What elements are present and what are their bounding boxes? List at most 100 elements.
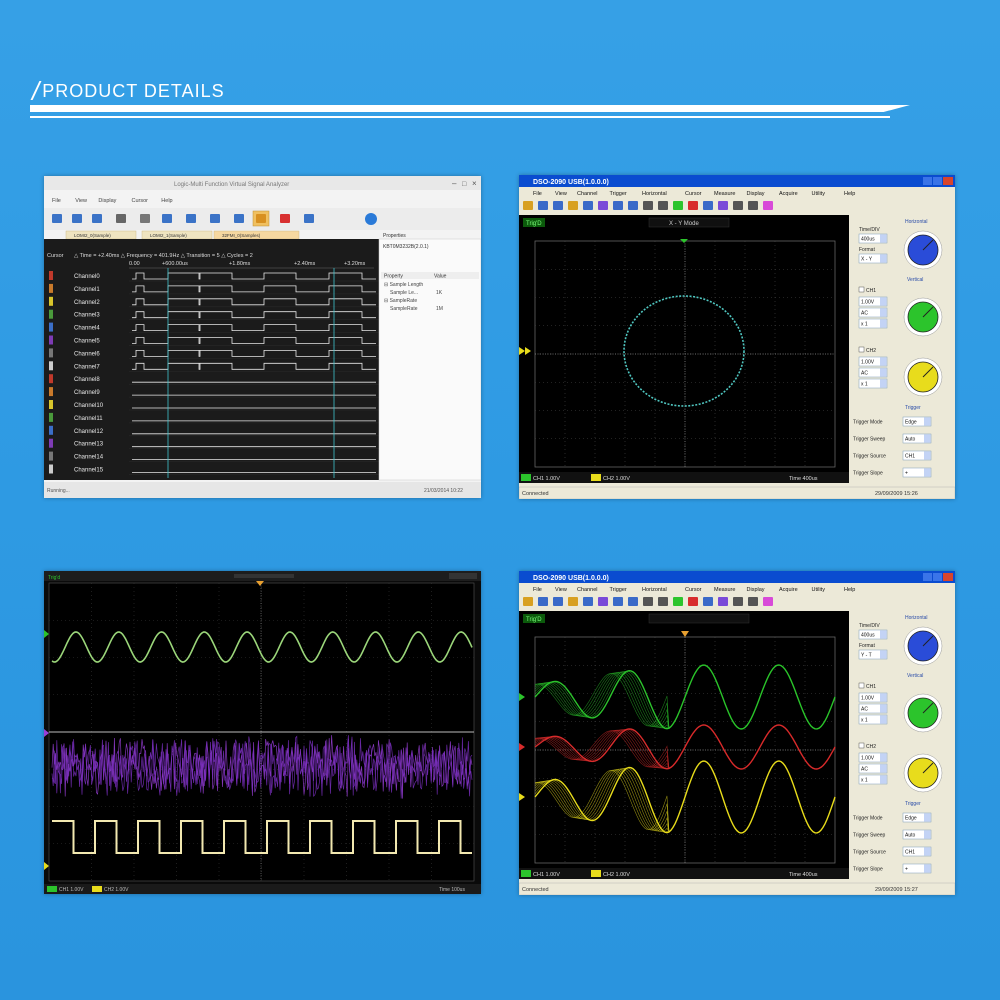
grid-icon[interactable]	[733, 597, 743, 606]
dso1-maximize-icon[interactable]	[933, 177, 942, 185]
print-icon[interactable]	[116, 214, 126, 223]
la-menu-item[interactable]: Display	[98, 198, 116, 204]
la-channel-label[interactable]: Channel0	[74, 274, 100, 280]
zoom-out-icon[interactable]	[658, 201, 668, 210]
run-icon[interactable]	[365, 213, 377, 225]
zoom-out-icon[interactable]	[658, 597, 668, 606]
print-icon[interactable]	[553, 201, 563, 210]
la-menu-item[interactable]: View	[75, 198, 87, 204]
chevron-down-icon[interactable]	[880, 234, 887, 243]
la-channel-label[interactable]: Channel13	[74, 442, 104, 448]
la-channel-label[interactable]: Channel7	[74, 364, 100, 370]
dso-menu-item[interactable]: Measure	[714, 587, 735, 593]
chevron-down-icon[interactable]	[880, 704, 887, 713]
chevron-down-icon[interactable]	[880, 693, 887, 702]
s3-ch3-marker[interactable]	[44, 862, 49, 870]
la-channel-label[interactable]: Channel2	[74, 300, 100, 306]
chevron-down-icon[interactable]	[880, 764, 887, 773]
dso-menu-item[interactable]: Help	[844, 191, 855, 197]
dso-menu-item[interactable]: Horizontal	[642, 587, 667, 593]
dso2-minimize-icon[interactable]	[923, 573, 932, 581]
dso-menu-item[interactable]: Utility	[812, 191, 826, 197]
chevron-down-icon[interactable]	[924, 434, 931, 443]
s3-ch2-marker[interactable]	[44, 729, 49, 737]
ch2-checkbox[interactable]	[858, 346, 865, 353]
zoom-in-icon[interactable]	[643, 597, 653, 606]
chevron-down-icon[interactable]	[924, 468, 931, 477]
open-icon[interactable]	[92, 214, 102, 223]
display-icon[interactable]	[748, 597, 758, 606]
save-icon[interactable]	[538, 597, 548, 606]
cursor-icon[interactable]	[568, 597, 578, 606]
la-channel-label[interactable]: Channel10	[74, 403, 104, 409]
s3-ch1-marker[interactable]	[44, 630, 49, 638]
zoom-in-icon[interactable]	[643, 201, 653, 210]
grid-icon[interactable]	[733, 201, 743, 210]
chevron-down-icon[interactable]	[880, 297, 887, 306]
cursor-x-icon[interactable]	[613, 201, 623, 210]
cursor-icon[interactable]	[140, 214, 150, 223]
dso-menu-item[interactable]: Measure	[714, 191, 735, 197]
ch1-icon[interactable]	[703, 597, 713, 606]
la-channel-label[interactable]: Channel3	[74, 313, 100, 319]
measure-icon[interactable]	[598, 597, 608, 606]
la-channel-label[interactable]: Channel6	[74, 351, 100, 357]
chevron-down-icon[interactable]	[880, 254, 887, 263]
cursor-y-icon[interactable]	[628, 201, 638, 210]
ch2-checkbox[interactable]	[858, 742, 865, 749]
cursor-y-icon[interactable]	[628, 597, 638, 606]
run-icon[interactable]	[673, 597, 683, 606]
la-channel-label[interactable]: Channel8	[74, 377, 100, 383]
math-icon[interactable]	[763, 201, 773, 210]
chevron-down-icon[interactable]	[880, 753, 887, 762]
dso1-minimize-icon[interactable]	[923, 177, 932, 185]
la-channel-label[interactable]: Channel1	[74, 287, 100, 293]
dso2-maximize-icon[interactable]	[933, 573, 942, 581]
open-icon[interactable]	[523, 597, 533, 606]
dso-menu-item[interactable]: View	[555, 191, 567, 197]
zoom-out-icon[interactable]	[210, 214, 220, 223]
zoom-in-icon[interactable]	[186, 214, 196, 223]
dso-menu-item[interactable]: Channel	[577, 587, 598, 593]
la-channel-label[interactable]: Channel4	[74, 326, 100, 332]
dso-menu-item[interactable]: Acquire	[779, 191, 798, 197]
la-prop-value[interactable]: 1M	[436, 306, 443, 312]
dso-menu-item[interactable]: Display	[747, 587, 765, 593]
ch1-checkbox[interactable]	[858, 682, 865, 689]
ch2-icon[interactable]	[718, 201, 728, 210]
cursor-icon[interactable]	[568, 201, 578, 210]
open-icon[interactable]	[523, 201, 533, 210]
cursor-x-icon[interactable]	[613, 597, 623, 606]
chevron-down-icon[interactable]	[924, 847, 931, 856]
dso-menu-item[interactable]: Display	[747, 191, 765, 197]
dso-menu-item[interactable]: Help	[844, 587, 855, 593]
dso1-close-icon[interactable]	[943, 177, 953, 185]
dso-menu-item[interactable]: Trigger	[610, 587, 627, 593]
save-icon[interactable]	[52, 214, 62, 223]
close-icon[interactable]: ×	[472, 179, 477, 188]
la-menu-item[interactable]: File	[52, 198, 61, 204]
dso-menu-item[interactable]: Utility	[812, 587, 826, 593]
select-icon[interactable]	[583, 201, 593, 210]
save-icon[interactable]	[538, 201, 548, 210]
la-channel-label[interactable]: Channel14	[74, 455, 104, 461]
stop-icon[interactable]	[688, 201, 698, 210]
la-channel-label[interactable]: Channel9	[74, 390, 100, 396]
la-channel-label[interactable]: Channel12	[74, 429, 104, 435]
chevron-down-icon[interactable]	[880, 357, 887, 366]
chevron-down-icon[interactable]	[880, 775, 887, 784]
ch1-icon[interactable]	[703, 201, 713, 210]
dso-menu-item[interactable]: Cursor	[685, 191, 702, 197]
ch1-checkbox[interactable]	[858, 286, 865, 293]
dso2-close-icon[interactable]	[943, 573, 953, 581]
la-channel-label[interactable]: Channel15	[74, 468, 104, 474]
select-icon[interactable]	[583, 597, 593, 606]
chevron-down-icon[interactable]	[880, 715, 887, 724]
la-channel-label[interactable]: Channel11	[74, 416, 103, 422]
dso-menu-item[interactable]: Channel	[577, 191, 598, 197]
math-icon[interactable]	[763, 597, 773, 606]
chevron-down-icon[interactable]	[924, 830, 931, 839]
dso-menu-item[interactable]: Horizontal	[642, 191, 667, 197]
dso-menu-item[interactable]: Trigger	[610, 191, 627, 197]
chevron-down-icon[interactable]	[880, 368, 887, 377]
